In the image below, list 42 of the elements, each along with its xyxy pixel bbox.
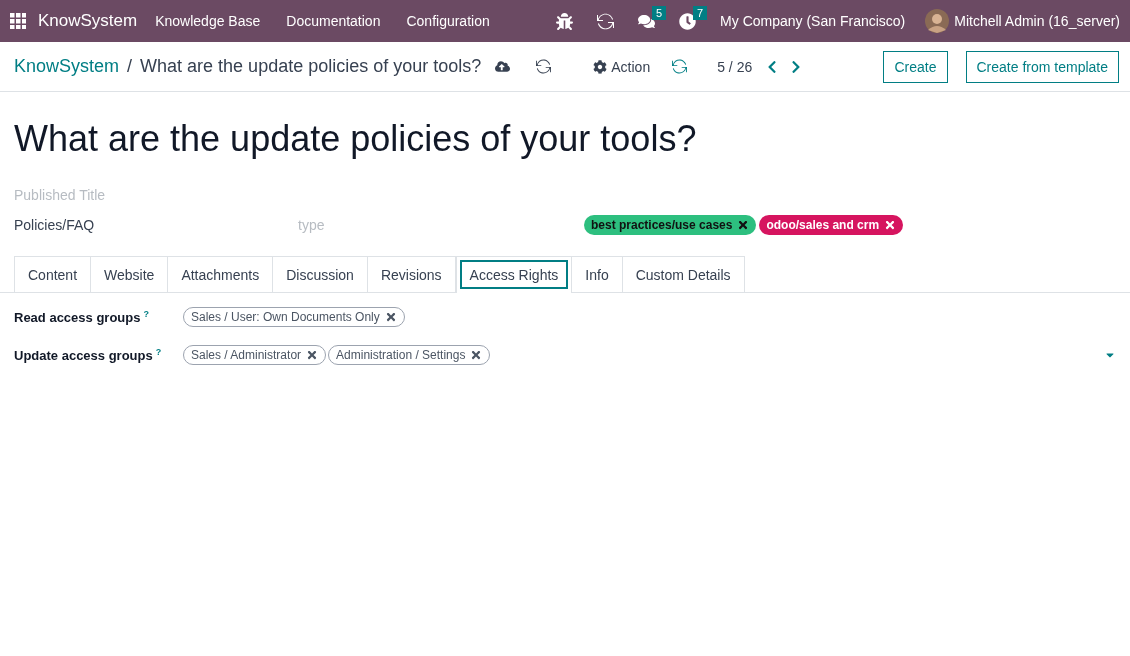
cloud-upload-icon[interactable] (495, 59, 511, 74)
help-mark[interactable]: ? (155, 346, 162, 357)
app-name[interactable]: KnowSystem (38, 11, 138, 31)
help-mark[interactable]: ? (143, 308, 149, 319)
gear-icon (593, 59, 608, 74)
activities-count: 7 (693, 5, 708, 20)
menu-item[interactable]: Knowledge Base (155, 13, 261, 29)
apps-menu-icon[interactable] (10, 13, 26, 29)
field-label: Read access groups $^{?}$ (14, 308, 150, 326)
user-menu[interactable]: Mitchell Admin (16_server) (954, 13, 1120, 29)
tab[interactable]: Attachments (168, 256, 274, 292)
remove-icon[interactable] (384, 311, 397, 323)
company-switcher[interactable]: My Company (San Francisco) (720, 13, 906, 29)
remove-icon[interactable] (306, 349, 319, 361)
avatar[interactable] (925, 9, 950, 33)
action-button[interactable]: Action (593, 58, 651, 75)
tag: best practices/use cases (584, 215, 757, 235)
breadcrumb-separator: / (127, 56, 133, 77)
bug-icon[interactable] (556, 12, 574, 30)
tab[interactable]: Website (91, 256, 169, 292)
menu-item[interactable]: Configuration (406, 13, 490, 29)
tab[interactable]: Info (572, 256, 623, 292)
breadcrumb-current: What are the update policies of your tools? (140, 56, 482, 77)
field-label: Update access groups $^{?}$ (14, 346, 163, 364)
tab[interactable]: Content (14, 256, 92, 292)
tab[interactable]: Custom Details (622, 256, 745, 292)
remove-icon[interactable] (884, 219, 897, 231)
chat-icon[interactable] (638, 12, 656, 30)
create-from-template-button[interactable]: Create from template (965, 50, 1119, 83)
messages-count: 5 (652, 5, 667, 20)
menu-item[interactable]: Documentation (286, 13, 381, 29)
remove-icon[interactable] (737, 219, 750, 231)
tag: odoo/sales and crm (759, 215, 904, 235)
clock-icon[interactable] (679, 12, 697, 30)
create-button[interactable]: Create (883, 50, 948, 83)
pager-value: 5 / 26 (717, 58, 753, 75)
remove-icon[interactable] (470, 349, 483, 361)
tab[interactable]: Access Rights (455, 256, 573, 293)
tab[interactable]: Revisions (367, 256, 456, 292)
record-title: What are the update policies of your tools? (14, 118, 698, 160)
tab[interactable]: Discussion (273, 256, 368, 292)
breadcrumb-link[interactable]: KnowSystem (14, 56, 120, 77)
